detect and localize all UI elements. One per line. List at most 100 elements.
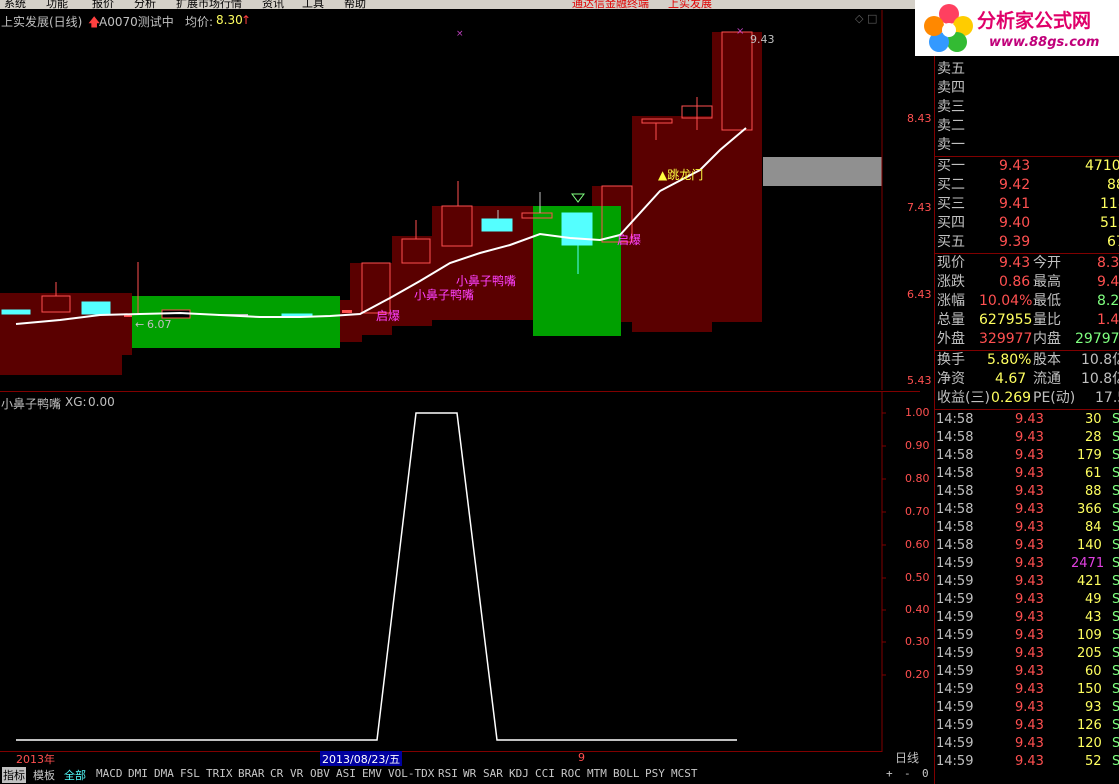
flower-logo-icon xyxy=(924,4,973,52)
tick-row: 14:58 9.43 366 S xyxy=(936,502,1119,517)
tab-vol-tdx[interactable]: VOL-TDX xyxy=(388,767,434,780)
low-price-label: 6.07 xyxy=(147,318,172,331)
tab-roc[interactable]: ROC xyxy=(561,767,581,780)
stat-row: 总量627955量比1.47 xyxy=(937,312,1119,328)
indicator-tick: 0.20 xyxy=(905,668,930,681)
marker-icon: × xyxy=(456,29,464,39)
qibao-label: 启爆 xyxy=(376,309,401,323)
period-label[interactable]: 日线 xyxy=(895,749,919,766)
ask-row: 卖二 xyxy=(937,118,965,134)
stat-row: 现价9.43今开8.38 xyxy=(937,255,1119,271)
high-marker-icon: × xyxy=(736,26,744,37)
indicator-panel[interactable]: 小鼻子鸭嘴 XG: 0.00 1.00 0.90 0.80 0.70 0.60 … xyxy=(0,392,930,752)
tab-sar[interactable]: SAR xyxy=(483,767,503,780)
tab-obv[interactable]: OBV xyxy=(310,767,330,780)
tick-row: 14:59 9.43 205 S xyxy=(936,646,1119,661)
zone-maroon xyxy=(632,116,712,332)
bid-row: 买一 9.43 4710 xyxy=(937,158,1119,174)
tab-kdj[interactable]: KDJ xyxy=(509,767,529,780)
tick-row: 14:59 9.43 93 S xyxy=(936,700,1119,715)
candle xyxy=(481,218,513,232)
menu-bar: 系统 功能 报价 分析 扩展市场行情 资讯 工具 帮助 通达信金融终端 上实发展 xyxy=(0,0,920,9)
tab-cci[interactable]: CCI xyxy=(535,767,555,780)
year-label: 2013年 xyxy=(16,753,55,766)
menu-item-system[interactable]: 系统 xyxy=(4,0,26,9)
promo-stock: 上实发展 xyxy=(668,0,712,9)
tab-template[interactable]: 模板 xyxy=(33,767,55,783)
bid-row: 买四9.40515 xyxy=(937,215,1119,231)
indicator-tick: 0.90 xyxy=(905,439,930,452)
tab-boll[interactable]: BOLL xyxy=(613,767,640,780)
tab-wr[interactable]: WR xyxy=(463,767,476,780)
xg-line xyxy=(16,412,737,741)
price-tick: 6.43 xyxy=(907,288,932,301)
tab-dma[interactable]: DMA xyxy=(154,767,174,780)
tab-cr[interactable]: CR xyxy=(270,767,283,780)
ask-row: 卖三 xyxy=(937,99,965,115)
grey-block xyxy=(763,157,882,186)
menu-item-tools[interactable]: 工具 xyxy=(302,0,324,9)
quote-divider xyxy=(935,409,1119,410)
indicator-tick: 0.50 xyxy=(905,571,930,584)
menu-item-help[interactable]: 帮助 xyxy=(344,0,366,9)
bid-row: 买二9.4288 xyxy=(937,177,1119,193)
tick-row: 14:59 9.43 109 S xyxy=(936,628,1119,643)
zone-maroon xyxy=(122,293,132,355)
ask-row: 卖四 xyxy=(937,80,965,96)
month-label: 9 xyxy=(578,751,585,764)
tick-row: 14:58 9.43 61 S xyxy=(936,466,1119,481)
tick-row: 14:59 9.43 60 S xyxy=(936,664,1119,679)
indicator-svg xyxy=(16,392,886,752)
tab-asi[interactable]: ASI xyxy=(336,767,356,780)
reset-button[interactable]: 0 xyxy=(922,767,929,780)
tick-row: 14:59 9.43 2471 S xyxy=(936,556,1119,571)
tick-row: 14:59 9.43 120 S xyxy=(936,736,1119,751)
bid-row: 买三9.41118 xyxy=(937,196,1119,212)
low-arrow-icon: ← xyxy=(135,318,145,331)
tab-rsi[interactable]: RSI xyxy=(438,767,458,780)
tab-trix[interactable]: TRIX xyxy=(206,767,233,780)
zoom-in-button[interactable]: + xyxy=(886,767,893,780)
tick-row: 14:59 9.43 126 S xyxy=(936,718,1119,733)
tab-all[interactable]: 全部 xyxy=(64,767,86,783)
kline-chart[interactable]: 上实发展(日线) 🡅 A0070测试中 均价: 8.30 ↑ ◇ □ × × 9… xyxy=(0,10,932,390)
indicator-tick: 0.70 xyxy=(905,505,930,518)
tab-dmi[interactable]: DMI xyxy=(128,767,148,780)
selected-date[interactable]: 2013/08/23/五 xyxy=(320,751,403,767)
duck-label: 小鼻子鸭嘴 xyxy=(414,288,475,302)
tab-mtm[interactable]: MTM xyxy=(587,767,607,780)
stat-row: 净资4.67流通10.8亿 xyxy=(937,371,1119,387)
quote-panel: 卖五 卖四 卖三 卖二 卖一 买一9.434710 买二9.4288 买三9.4… xyxy=(935,0,1119,784)
price-tick: 5.43 xyxy=(907,374,932,387)
tab-indicator[interactable]: 指标 xyxy=(2,767,26,783)
zoom-out-button[interactable]: - xyxy=(904,767,911,780)
price-tick: 7.43 xyxy=(907,201,932,214)
buy-arrow-icon xyxy=(571,193,585,203)
menu-item-analysis[interactable]: 分析 xyxy=(134,0,156,9)
menu-item-quote[interactable]: 报价 xyxy=(92,0,114,9)
stat-row: 外盘329977内盘297978 xyxy=(937,331,1119,347)
tick-row: 14:58 9.43 28 S xyxy=(936,430,1119,445)
ask-row: 卖五 xyxy=(937,61,965,77)
tick-row: 14:59 9.43 43 S xyxy=(936,610,1119,625)
menu-item-info[interactable]: 资讯 xyxy=(262,0,284,9)
promo-text: 通达信金融终端 xyxy=(572,0,649,9)
tick-row: 14:58 9.43 84 S xyxy=(936,520,1119,535)
logo-text: 分析家公式网 xyxy=(977,10,1092,32)
tick-row: 14:59 9.43 150 S xyxy=(936,682,1119,697)
indicator-tick: 1.00 xyxy=(905,406,930,419)
tab-psy[interactable]: PSY xyxy=(645,767,665,780)
kline-svg: × × xyxy=(0,10,883,390)
indicator-tick: 0.60 xyxy=(905,538,930,551)
tab-emv[interactable]: EMV xyxy=(362,767,382,780)
tab-fsl[interactable]: FSL xyxy=(180,767,200,780)
menu-item-function[interactable]: 功能 xyxy=(46,0,68,9)
tab-brar[interactable]: BRAR xyxy=(238,767,265,780)
tab-vr[interactable]: VR xyxy=(290,767,303,780)
tab-macd[interactable]: MACD xyxy=(96,767,123,780)
tick-row: 14:58 9.43 30 S xyxy=(936,412,1119,427)
tick-row: 14:58 9.43 140 S xyxy=(936,538,1119,553)
tab-mcst[interactable]: MCST xyxy=(671,767,698,780)
stat-row: 收益(三)0.269PE(动)17.5 xyxy=(937,390,1119,406)
menu-item-extended-market[interactable]: 扩展市场行情 xyxy=(176,0,242,9)
